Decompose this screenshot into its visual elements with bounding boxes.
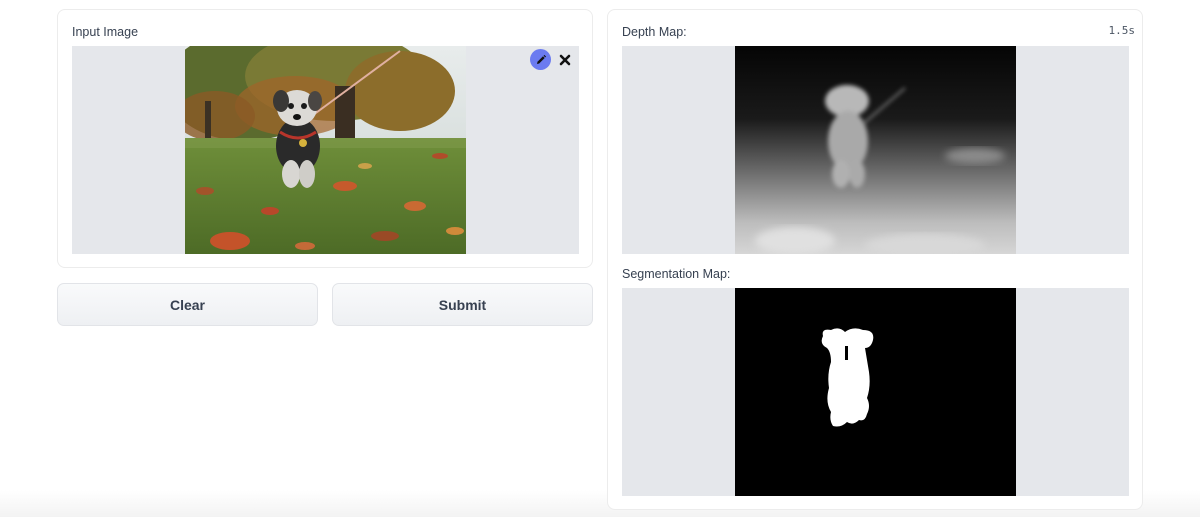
segmentation-map-image (735, 288, 1016, 496)
close-icon (559, 54, 570, 65)
segmentation-map-label: Segmentation Map: (622, 267, 731, 281)
output-panel: 1.5s Depth Map: Segmentation Map: (607, 9, 1143, 510)
depth-map-area (622, 46, 1129, 254)
pencil-icon (536, 54, 546, 64)
input-image-panel: Input Image (57, 9, 593, 268)
edit-image-button[interactable] (530, 49, 551, 70)
depth-map-label: Depth Map: (622, 25, 687, 39)
input-image-label: Input Image (72, 25, 139, 39)
input-photo (185, 46, 466, 254)
elapsed-time: 1.5s (1108, 24, 1136, 37)
submit-button[interactable]: Submit (332, 283, 593, 326)
segmentation-map-area (622, 288, 1129, 496)
depth-map-image (735, 46, 1016, 254)
input-image-area[interactable] (72, 46, 579, 254)
clear-button[interactable]: Clear (57, 283, 318, 326)
app-page: Input Image Clear Submit 1.5s Depth Map:… (0, 0, 1200, 517)
remove-image-button[interactable] (554, 49, 575, 70)
